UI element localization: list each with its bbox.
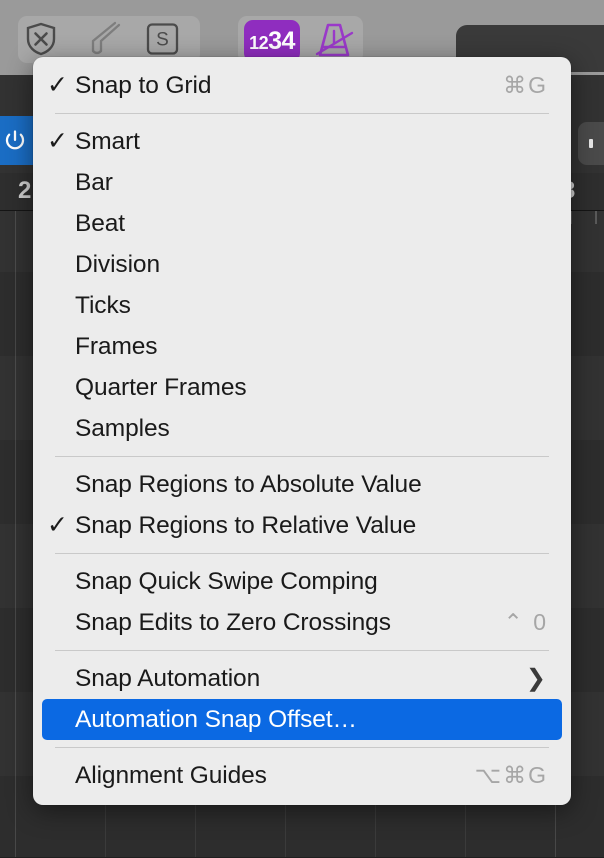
menu-item-shortcut: ⌘G [503,72,548,98]
menu-item-frames[interactable]: Frames [42,326,562,367]
menu-item-snap-quick-swipe-comping[interactable]: Snap Quick Swipe Comping [42,561,562,602]
shield-x-icon [26,22,56,56]
svg-text:S: S [156,30,169,51]
checkmark-icon: ✓ [47,511,68,539]
menu-item-label: Smart [75,127,140,155]
menu-item-snap-automation[interactable]: Snap Automation ❯ [42,658,562,699]
menu-item-label: Snap Quick Swipe Comping [75,567,378,595]
menu-item-label: Division [75,250,160,278]
menu-item-bar[interactable]: Bar [42,162,562,203]
snap-context-menu[interactable]: ✓ Snap to Grid ⌘G ✓ Smart Bar Beat Division Tick… [33,57,571,805]
menu-item-snap-edits-to-zero-crossings[interactable]: Snap Edits to Zero Crossings ⌃ 0 [42,602,562,643]
menu-item-label: Bar [75,168,113,196]
grid-line [15,210,16,857]
menu-item-snap-regions-to-absolute-value[interactable]: Snap Regions to Absolute Value [42,464,562,505]
menu-item-smart[interactable]: ✓ Smart [42,121,562,162]
solo-button[interactable]: S [146,23,179,55]
menu-item-label: Ticks [75,291,131,319]
metronome-button[interactable] [312,20,356,62]
menu-item-label: Samples [75,414,170,442]
menu-separator [55,747,549,748]
menu-separator [55,650,549,651]
menu-item-label: Snap Automation [75,664,261,692]
menu-item-snap-regions-to-relative-value[interactable]: ✓ Snap Regions to Relative Value [42,505,562,546]
menu-item-division[interactable]: Division [42,244,562,285]
menu-item-label: Snap Edits to Zero Crossings [75,608,391,636]
menu-item-label: Beat [75,209,125,237]
bar-number: 2 [18,177,32,204]
solo-icon: S [146,23,179,55]
menu-item-snap-to-grid[interactable]: ✓ Snap to Grid ⌘G [42,65,562,106]
menu-item-ticks[interactable]: Ticks [42,285,562,326]
power-icon [5,129,25,149]
menu-item-samples[interactable]: Samples [42,408,562,449]
tuning-fork-icon [91,21,121,55]
checkmark-icon: ✓ [47,127,68,155]
menu-item-alignment-guides[interactable]: Alignment Guides ⌥⌘G [42,755,562,796]
menu-item-quarter-frames[interactable]: Quarter Frames [42,367,562,408]
menu-item-label: Frames [75,332,158,360]
tuning-fork-button[interactable] [88,21,122,57]
mode-button[interactable] [578,122,604,165]
menu-item-label: Quarter Frames [75,373,247,401]
menu-item-label: Alignment Guides [75,761,267,789]
shield-x-button[interactable] [24,21,58,57]
menu-item-beat[interactable]: Beat [42,203,562,244]
menu-item-shortcut: ⌃ 0 [503,609,548,635]
menu-item-label: Snap Regions to Relative Value [75,511,417,539]
menu-item-label: Automation Snap Offset… [75,705,357,733]
ruler-tick [595,210,597,224]
power-button[interactable] [0,116,36,165]
menu-item-label: Snap to Grid [75,71,212,99]
menu-separator [55,113,549,114]
menu-separator [55,553,549,554]
menu-separator [55,456,549,457]
count-in-label: 1234 [249,26,295,55]
chevron-right-icon: ❯ [525,664,546,692]
menu-item-label: Snap Regions to Absolute Value [75,470,422,498]
metronome-icon [315,23,354,57]
checkmark-icon: ✓ [47,71,68,99]
count-in-button[interactable]: 1234 [244,20,300,62]
menu-item-automation-snap-offset[interactable]: Automation Snap Offset… [42,699,562,740]
menu-item-shortcut: ⌥⌘G [474,762,548,788]
